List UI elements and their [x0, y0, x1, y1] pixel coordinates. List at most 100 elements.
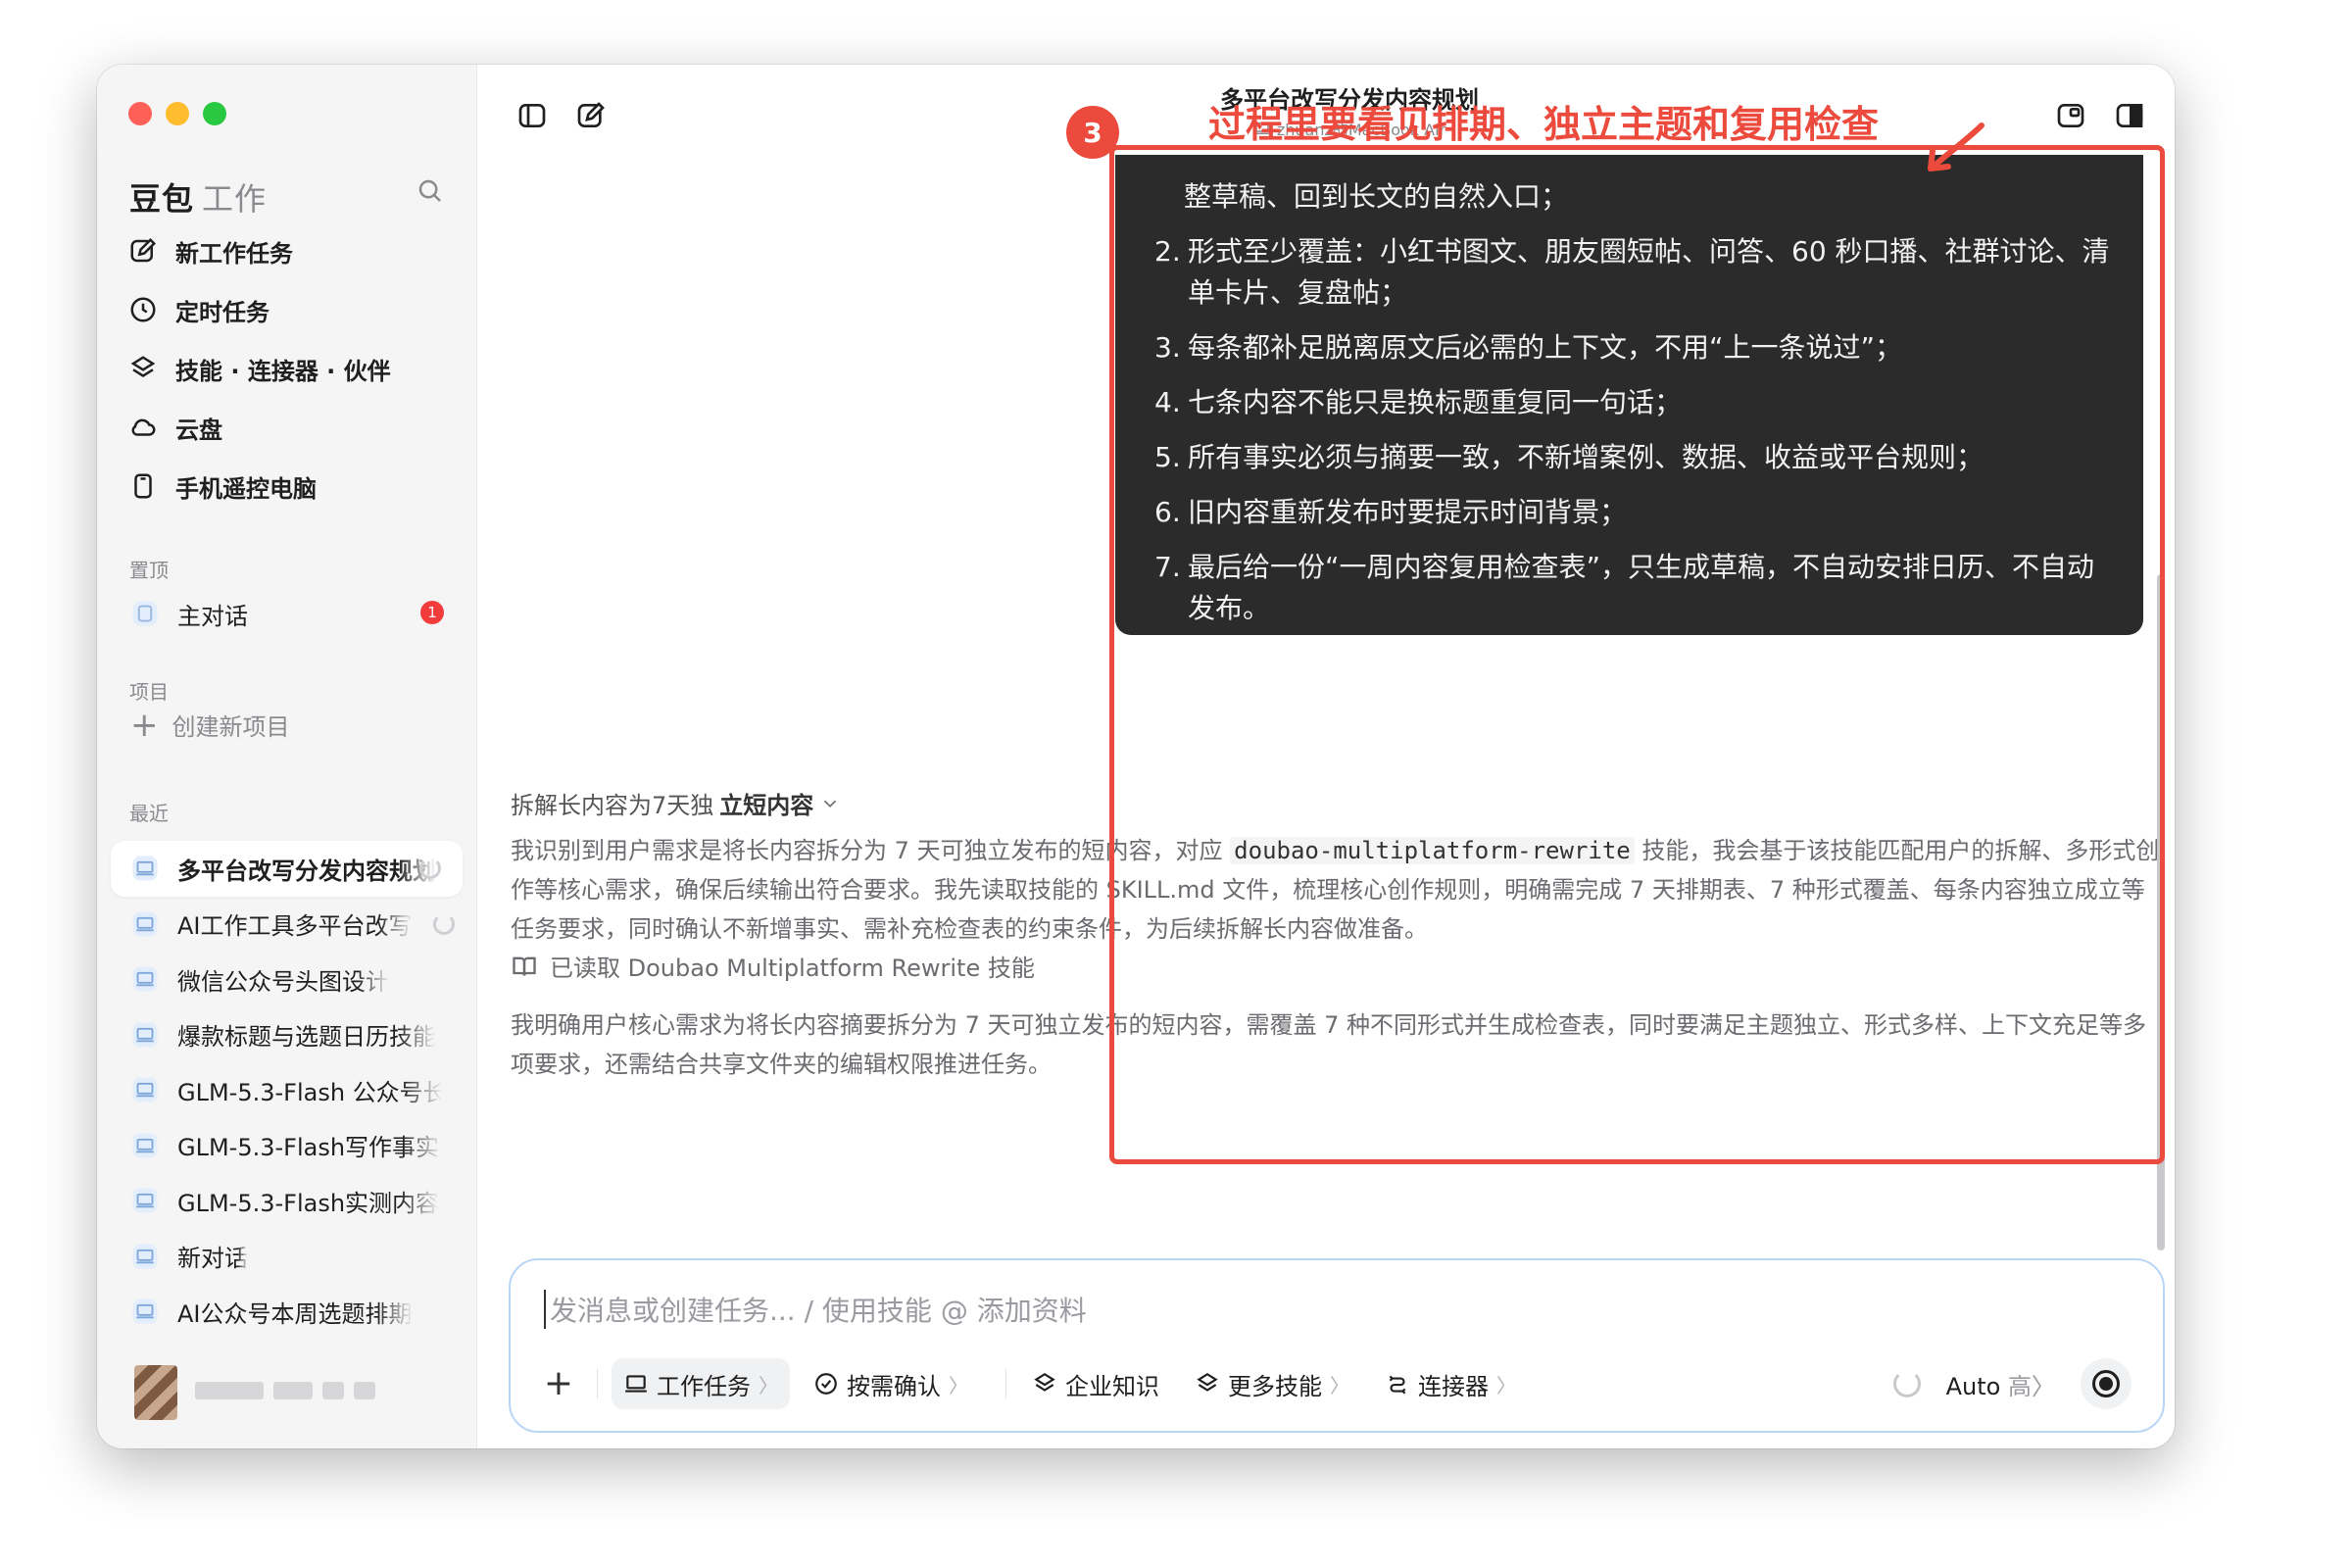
window-controls: [128, 102, 226, 125]
recent-item[interactable]: 爆款标题与选题日历技能: [97, 1007, 476, 1063]
layers-icon: [1034, 1372, 1055, 1392]
sidebar-item-main-chat[interactable]: 主对话 1: [97, 587, 476, 640]
recent-item[interactable]: 多平台改写分发内容规划: [111, 841, 463, 897]
recent-item-label: GLM-5.3-Flash写作事实核查: [177, 1134, 442, 1162]
work-task-button[interactable]: 工作任务〉: [612, 1358, 790, 1409]
composer-right-controls: Auto 高〉: [1892, 1358, 2132, 1409]
sidebar-item-skills[interactable]: 技能 · 连接器 · 伙伴: [97, 339, 476, 398]
minimize-window-button[interactable]: [166, 102, 189, 125]
recent-section-label: 最近: [129, 802, 169, 825]
process-step-header[interactable]: 拆解长内容为7天独 立短内容: [511, 786, 841, 820]
record-icon: [2092, 1370, 2120, 1397]
laptop-icon: [132, 966, 158, 992]
add-attachment-button[interactable]: +: [534, 1366, 583, 1401]
loading-spinner-icon: [419, 858, 441, 880]
laptop-icon: [132, 1133, 158, 1158]
zoom-window-button[interactable]: [203, 102, 226, 125]
sidebar-toggle-icon[interactable]: [516, 100, 548, 131]
projects-section-label: 项目: [129, 680, 169, 704]
user-profile[interactable]: [97, 1348, 476, 1437]
recent-item-label: GLM-5.3-Flash 公众号长文: [177, 1078, 442, 1106]
confirm-mode-button[interactable]: 按需确认〉: [802, 1358, 980, 1409]
share-window-icon[interactable]: [2055, 100, 2086, 131]
recent-item-label: 爆款标题与选题日历技能: [177, 1023, 436, 1052]
plus-icon: +: [130, 705, 159, 745]
recent-item[interactable]: AI工作工具多平台改写: [97, 897, 476, 953]
laptop-icon: [625, 1375, 647, 1393]
recent-item[interactable]: AI公众号本周选题排期: [97, 1284, 476, 1340]
annotation-highlight-box: [1109, 145, 2165, 1164]
stop-generation-button[interactable]: [2081, 1358, 2132, 1409]
laptop-icon: [132, 1298, 158, 1324]
sidebar-item-label: 技能 · 连接器 · 伙伴: [175, 357, 391, 385]
sidebar-nav: 新工作任务 定时任务 技能 · 连接器 · 伙伴 云盘 手机遥控电脑: [97, 221, 476, 515]
close-window-button[interactable]: [128, 102, 152, 125]
chat-icon: [132, 601, 158, 626]
user-name-blurred: [195, 1382, 385, 1403]
layers-icon: [130, 356, 156, 377]
laptop-icon: [132, 911, 158, 937]
recent-item-label: 新对话: [177, 1245, 248, 1273]
sidebar-item-label: 定时任务: [175, 298, 270, 326]
sidebar-item-scheduled[interactable]: 定时任务: [97, 280, 476, 339]
right-panel-toggle-icon[interactable]: [2114, 100, 2145, 131]
new-chat-icon[interactable]: [575, 100, 607, 131]
process-title-part: 拆解长内容为7天独: [511, 792, 714, 819]
recent-item-label: 多平台改写分发内容规划: [177, 857, 436, 885]
process-title-emph: 立短内容: [719, 792, 814, 819]
message-composer[interactable]: 发消息或创建任务... / 使用技能 @ 添加资料 + 工作任务〉 按需确认〉 …: [509, 1258, 2165, 1433]
toolbar-divider: [597, 1369, 598, 1398]
enterprise-knowledge-button[interactable]: 企业知识: [1020, 1358, 1171, 1409]
annotation-text: 过程里要看见排期、独立主题和复用检查: [1208, 103, 1880, 146]
recent-item[interactable]: GLM-5.3-Flash写作事实核查: [97, 1118, 476, 1174]
laptop-icon: [132, 1188, 158, 1213]
recent-item-label: GLM-5.3-Flash实测内容: [177, 1189, 440, 1217]
recent-item[interactable]: 微信公众号头图设计: [97, 952, 476, 1007]
sidebar-item-label: 手机遥控电脑: [175, 474, 317, 503]
toolbar-divider: [1005, 1369, 1006, 1398]
laptop-icon: [132, 1022, 158, 1048]
book-icon: [513, 956, 536, 976]
connector-button[interactable]: 连接器〉: [1373, 1358, 1528, 1409]
brand-sub: 工作: [202, 180, 268, 218]
phone-icon: [134, 473, 152, 499]
app-brand: 豆包 工作: [129, 174, 267, 220]
pinned-section-label: 置顶: [129, 559, 169, 582]
laptop-icon: [132, 1077, 158, 1102]
sidebar-item-new-task[interactable]: 新工作任务: [97, 221, 476, 280]
composer-input[interactable]: 发消息或创建任务... / 使用技能 @ 添加资料: [544, 1290, 1087, 1329]
create-project-button[interactable]: + 创建新项目: [130, 708, 290, 742]
clock-icon: [130, 297, 156, 322]
cloud-icon: [131, 418, 156, 436]
recent-item[interactable]: 新对话: [97, 1229, 476, 1285]
unread-badge: 1: [420, 601, 444, 624]
connector-icon: [1389, 1375, 1406, 1395]
search-icon[interactable]: [416, 176, 445, 206]
recent-item[interactable]: GLM-5.3-Flash 公众号长文: [97, 1062, 476, 1118]
sidebar-item-label: 新工作任务: [175, 239, 293, 268]
laptop-icon: [132, 1244, 158, 1269]
recent-item[interactable]: GLM-5.3-Flash实测内容: [97, 1173, 476, 1229]
sidebar-item-remote[interactable]: 手机遥控电脑: [97, 457, 476, 515]
brand-name: 豆包: [129, 180, 195, 218]
composer-toolbar: + 工作任务〉 按需确认〉 企业知识 更多技能〉 连接器 〉 Auto 高〉: [534, 1354, 2145, 1413]
recent-item-label: AI公众号本周选题排期: [177, 1299, 413, 1328]
recent-item-label: AI工作工具多平台改写: [177, 912, 413, 941]
skill-read-status[interactable]: 已读取 Doubao Multiplatform Rewrite 技能: [511, 949, 1035, 983]
loading-spinner-icon: [1892, 1370, 1921, 1397]
sidebar-item-cloud[interactable]: 云盘: [97, 398, 476, 457]
avatar: [134, 1365, 177, 1420]
create-project-label: 创建新项目: [172, 713, 290, 741]
recent-item-label: 微信公众号头图设计: [177, 967, 389, 996]
model-selector[interactable]: Auto 高〉: [1946, 1367, 2055, 1401]
sidebar: 豆包 工作 新工作任务 定时任务 技能 · 连接器 · 伙伴 云盘 手机遥控电脑…: [97, 65, 477, 1448]
more-skills-button[interactable]: 更多技能〉: [1183, 1358, 1361, 1409]
loading-spinner-icon: [433, 912, 455, 935]
skill-read-label: 已读取 Doubao Multiplatform Rewrite 技能: [550, 955, 1035, 982]
sidebar-item-label: 云盘: [175, 416, 222, 444]
recent-list: 多平台改写分发内容规划 AI工作工具多平台改写 微信公众号头图设计 爆款标题与选…: [97, 841, 476, 1340]
check-circle-icon: [815, 1373, 837, 1395]
sidebar-item-label: 主对话: [177, 602, 248, 630]
chevron-down-icon: [824, 800, 837, 808]
annotation-arrow-icon: [1928, 122, 1984, 172]
